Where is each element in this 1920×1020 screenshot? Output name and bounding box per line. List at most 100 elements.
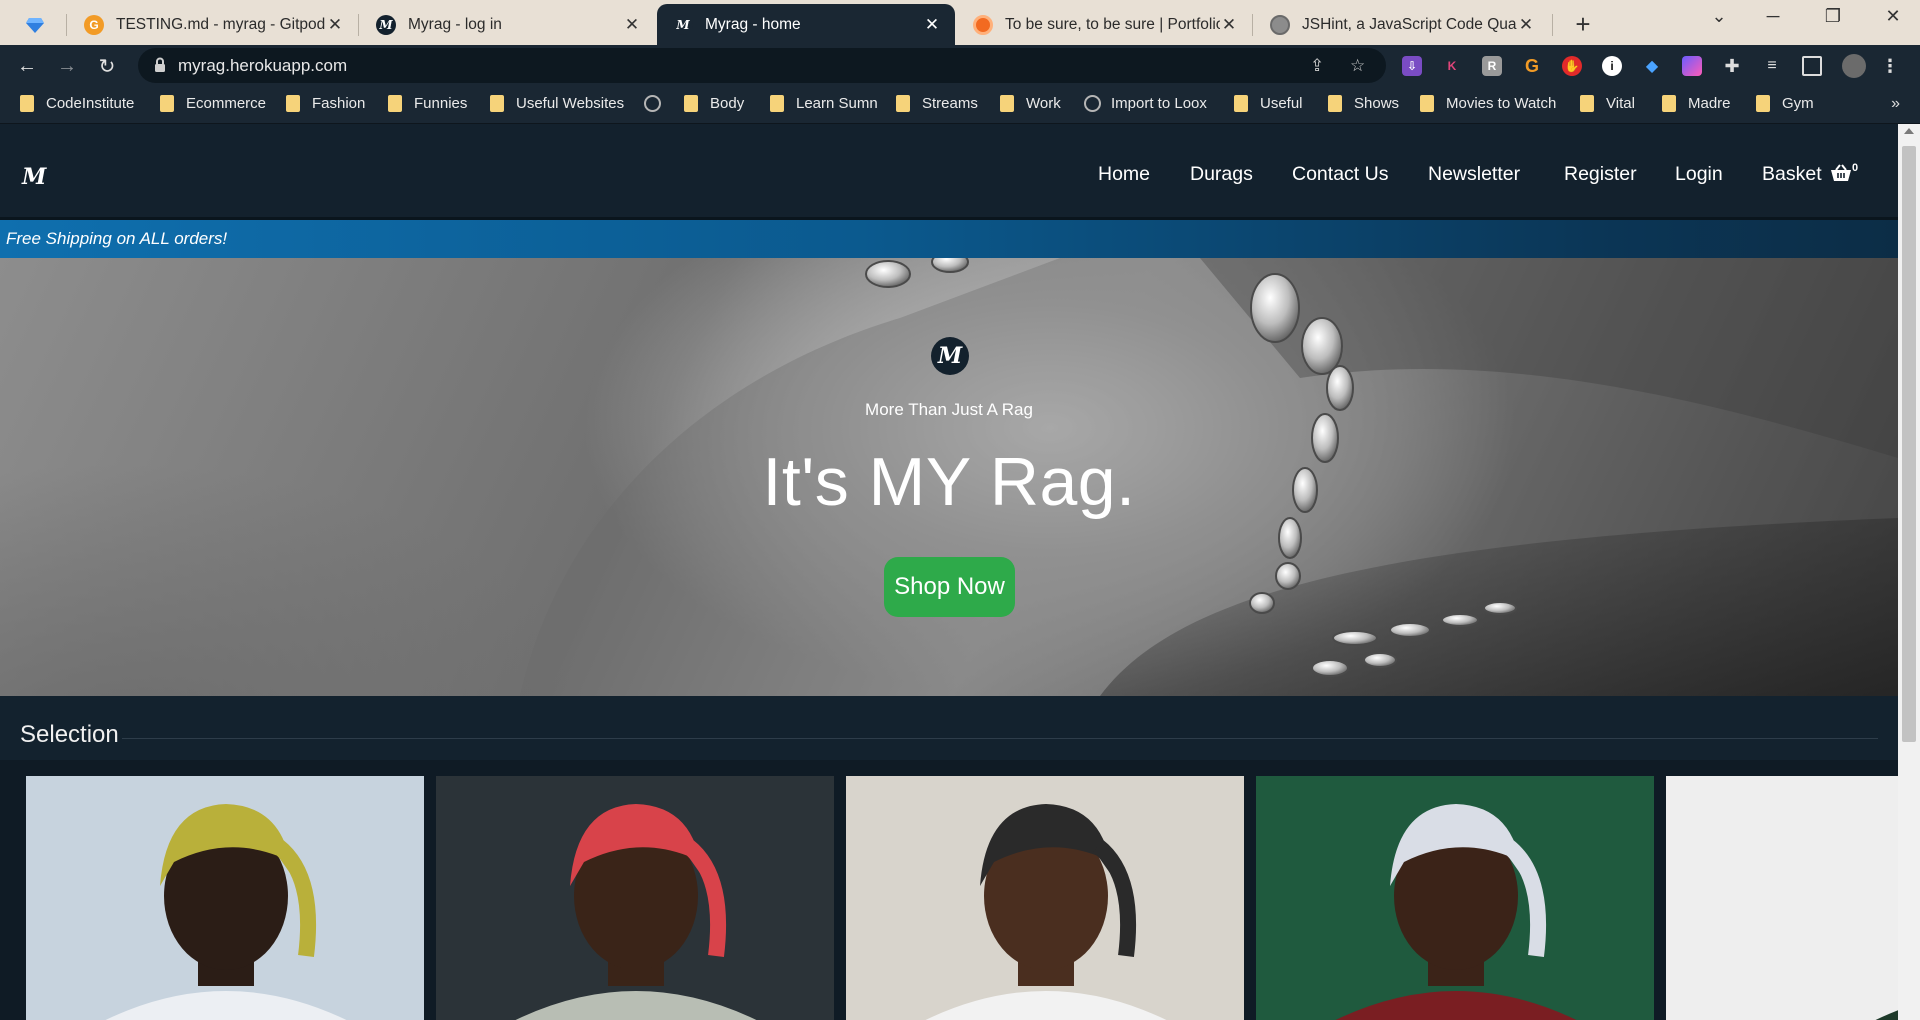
product-image bbox=[436, 776, 834, 1020]
basket-label: Basket bbox=[1762, 163, 1822, 185]
tab-jshint[interactable]: JSHint, a JavaScript Code Quality ✕ bbox=[1254, 4, 1549, 45]
bookmark-item[interactable]: Body bbox=[684, 95, 744, 112]
tab-myrag-login[interactable]: M Myrag - log in ✕ bbox=[360, 4, 655, 45]
bookmark-item[interactable]: Learn Sumn bbox=[770, 95, 878, 112]
share-icon[interactable]: ⇪ bbox=[1310, 56, 1324, 76]
extension-hand-icon[interactable]: ✋ bbox=[1562, 56, 1582, 76]
close-icon[interactable]: ✕ bbox=[1517, 15, 1535, 35]
product-card[interactable] bbox=[436, 776, 834, 1020]
bookmark-label: CodeInstitute bbox=[46, 95, 135, 112]
bookmark-item[interactable]: Madre bbox=[1662, 95, 1731, 112]
bookmark-item[interactable]: CodeInstitute bbox=[20, 95, 134, 112]
hero-tagline: More Than Just A Rag bbox=[865, 400, 1033, 419]
star-icon[interactable]: ☆ bbox=[1350, 56, 1365, 76]
browser-toolbar: ← → ↻ myrag.herokuapp.com ⇪ ☆ ⇩ K R G ✋ … bbox=[0, 45, 1920, 86]
bookmark-label: Gym bbox=[1782, 95, 1814, 112]
extension-save-icon[interactable]: ⇩ bbox=[1402, 56, 1422, 76]
folder-icon bbox=[490, 95, 504, 112]
bookmark-item[interactable] bbox=[644, 95, 671, 112]
folder-icon bbox=[1662, 95, 1676, 112]
tab-myrag-home[interactable]: M Myrag - home ✕ bbox=[657, 4, 955, 45]
bookmark-item[interactable]: Shows bbox=[1328, 95, 1399, 112]
nav-newsletter[interactable]: Newsletter bbox=[1428, 163, 1520, 186]
bookmark-item[interactable]: Ecommerce bbox=[160, 95, 266, 112]
pinned-tab[interactable] bbox=[8, 6, 62, 44]
nav-login[interactable]: Login bbox=[1675, 163, 1723, 186]
bookmark-item[interactable]: Vital bbox=[1580, 95, 1635, 112]
new-tab-button[interactable]: + bbox=[1568, 9, 1598, 40]
tab-portfolio[interactable]: To be sure, to be sure | Portfolio ✕ bbox=[957, 4, 1252, 45]
extension-k-icon[interactable]: K bbox=[1442, 56, 1462, 76]
product-card[interactable] bbox=[1256, 776, 1654, 1020]
product-card[interactable] bbox=[1666, 776, 1898, 1020]
shop-now-button[interactable]: Shop Now bbox=[884, 557, 1015, 617]
address-bar[interactable]: myrag.herokuapp.com ⇪ ☆ bbox=[138, 48, 1386, 83]
bookmark-label: Funnies bbox=[414, 95, 468, 112]
bookmark-item[interactable]: Work bbox=[1000, 95, 1061, 112]
product-card[interactable] bbox=[846, 776, 1244, 1020]
tab-title: To be sure, to be sure | Portfolio bbox=[1005, 15, 1220, 33]
product-image bbox=[26, 776, 424, 1020]
close-icon[interactable]: ✕ bbox=[923, 15, 941, 35]
hero-logo: M bbox=[931, 337, 969, 375]
nav-contact-us[interactable]: Contact Us bbox=[1292, 163, 1388, 186]
bookmark-item[interactable]: Streams bbox=[896, 95, 978, 112]
product-card[interactable] bbox=[26, 776, 424, 1020]
extension-diamond-icon[interactable]: ◆ bbox=[1642, 56, 1662, 76]
reload-button[interactable]: ↻ bbox=[92, 51, 122, 81]
back-button[interactable]: ← bbox=[12, 51, 42, 81]
bookmark-label: Fashion bbox=[312, 95, 366, 112]
bookmark-item[interactable]: Useful Websites bbox=[490, 95, 624, 112]
close-icon[interactable]: ✕ bbox=[326, 15, 344, 35]
nav-register[interactable]: Register bbox=[1564, 163, 1637, 186]
product-image bbox=[846, 776, 1244, 1020]
tab-search-icon[interactable]: ⌄ bbox=[1699, 6, 1739, 27]
bookmark-item[interactable]: Useful bbox=[1234, 95, 1303, 112]
minimize-button[interactable]: ─ bbox=[1753, 6, 1793, 27]
scroll-thumb[interactable] bbox=[1902, 146, 1916, 742]
extension-gradient-icon[interactable] bbox=[1682, 56, 1702, 76]
media-queue-icon[interactable]: ≡ bbox=[1762, 56, 1782, 76]
nav-home[interactable]: Home bbox=[1098, 163, 1150, 186]
forward-button[interactable]: → bbox=[52, 51, 82, 81]
extension-r-icon[interactable]: R bbox=[1482, 56, 1502, 76]
folder-icon bbox=[160, 95, 174, 112]
bookmark-item[interactable]: Import to Loox bbox=[1084, 95, 1207, 112]
bookmark-item[interactable]: Gym bbox=[1756, 95, 1814, 112]
scroll-up-icon[interactable] bbox=[1904, 128, 1914, 134]
bookmark-item[interactable]: Fashion bbox=[286, 95, 365, 112]
nav-basket[interactable]: Basket bbox=[1762, 163, 1852, 186]
extension-g-icon[interactable]: G bbox=[1522, 56, 1542, 76]
close-icon[interactable]: ✕ bbox=[1220, 15, 1238, 35]
page-scrollbar[interactable] bbox=[1898, 124, 1920, 1020]
myrag-m-icon: M bbox=[673, 14, 693, 35]
folder-icon bbox=[1580, 95, 1594, 112]
tab-title: Myrag - home bbox=[705, 15, 801, 33]
bookmark-label: Ecommerce bbox=[186, 95, 267, 112]
shipping-banner-text: Free Shipping on ALL orders! bbox=[6, 229, 228, 248]
nav-durags[interactable]: Durags bbox=[1190, 163, 1253, 186]
bookmark-label: Learn Sumn bbox=[796, 95, 878, 112]
site-navbar: M Home Durags Contact Us Newsletter Regi… bbox=[0, 124, 1898, 220]
bookmarks-overflow-button[interactable]: » bbox=[1891, 95, 1900, 113]
close-icon[interactable]: ✕ bbox=[623, 15, 641, 35]
side-panel-icon[interactable] bbox=[1802, 56, 1822, 76]
bookmark-label: Movies to Watch bbox=[1446, 95, 1557, 112]
folder-icon bbox=[1328, 95, 1342, 112]
close-window-button[interactable]: ✕ bbox=[1873, 6, 1913, 27]
menu-dots-icon[interactable]: ⋮ bbox=[1880, 56, 1900, 76]
profile-avatar[interactable] bbox=[1842, 54, 1866, 78]
restore-button[interactable]: ❐ bbox=[1813, 6, 1853, 27]
extension-info-icon[interactable]: i bbox=[1602, 56, 1622, 76]
brand-logo[interactable]: M bbox=[22, 164, 46, 190]
bookmark-label: Useful Websites bbox=[516, 95, 625, 112]
folder-icon bbox=[388, 95, 402, 112]
extensions-puzzle-icon[interactable]: ✚ bbox=[1722, 56, 1742, 76]
tab-gitpod[interactable]: G TESTING.md - myrag - Gitpod Co ✕ bbox=[68, 4, 358, 45]
folder-icon bbox=[20, 95, 34, 112]
url-text: myrag.herokuapp.com bbox=[178, 56, 348, 75]
lock-icon bbox=[155, 57, 165, 72]
gitpod-icon: G bbox=[84, 14, 104, 35]
bookmark-item[interactable]: Movies to Watch bbox=[1420, 95, 1556, 112]
bookmark-item[interactable]: Funnies bbox=[388, 95, 467, 112]
